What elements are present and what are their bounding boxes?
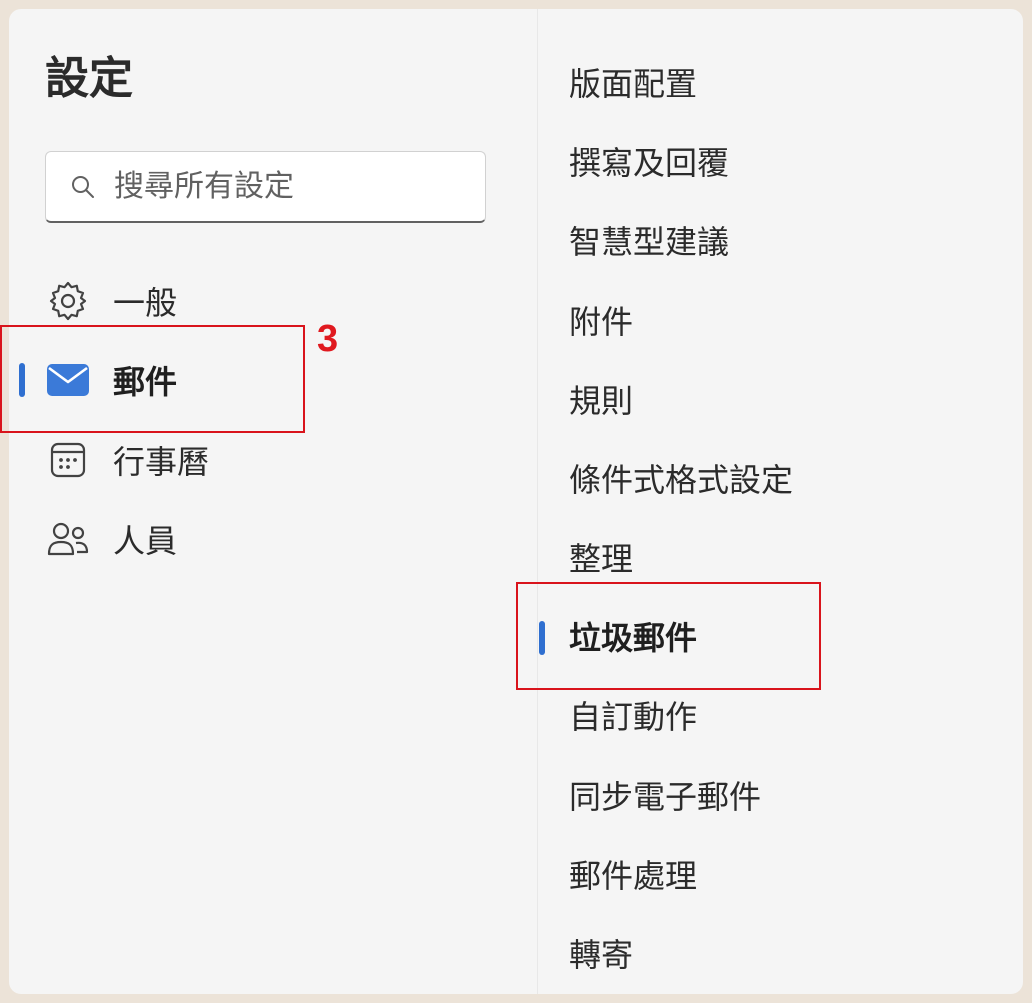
settings-panel: 設定 一般 郵件 [9,9,1023,994]
nav-label: 一般 [113,284,178,322]
highlight-box-junk-email [516,582,821,690]
nav-item-people[interactable]: 人員 [9,501,529,577]
section-compose-reply[interactable]: 撰寫及回覆 [569,133,729,193]
page-title: 設定 [45,53,133,104]
people-icon [45,516,91,562]
section-sweep[interactable]: 整理 [569,529,633,589]
section-conditional-formatting[interactable]: 條件式格式設定 [569,450,793,510]
section-message-handling[interactable]: 郵件處理 [569,846,697,906]
section-customize-actions[interactable]: 自訂動作 [569,687,697,747]
calendar-icon [45,437,91,483]
nav-item-calendar[interactable]: 行事曆 [9,422,529,498]
section-attachments[interactable]: 附件 [569,292,633,352]
section-rules[interactable]: 規則 [569,371,633,431]
gear-icon [45,278,91,324]
step-number: 3 [317,318,339,360]
search-icon [70,173,98,201]
column-divider [537,9,538,994]
search-input[interactable] [112,168,476,205]
highlight-box-mail [0,325,305,433]
section-forwarding[interactable]: 轉寄 [569,925,633,985]
search-box[interactable] [45,151,486,223]
section-sync-email[interactable]: 同步電子郵件 [569,767,761,827]
section-layout[interactable]: 版面配置 [569,54,697,114]
nav-label: 行事曆 [113,443,210,481]
section-smart-suggestions[interactable]: 智慧型建議 [569,212,729,272]
nav-label: 人員 [113,522,178,560]
